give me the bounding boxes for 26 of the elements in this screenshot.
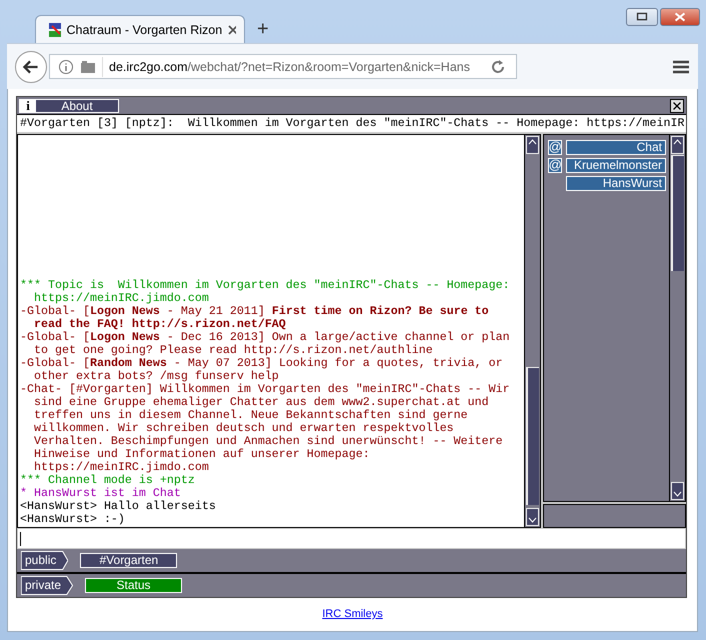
group-label: private — [21, 576, 74, 595]
window-tab[interactable]: Status — [85, 578, 182, 593]
chat-message: -Global- [Logon News - Dec 16 2013] Own a large/active channel or plan to get one going? Please read http://s.rizon.net/authline — [20, 331, 511, 357]
browser-tab[interactable]: Chatraum - Vorgarten Rizon — [35, 15, 245, 43]
chat-message: *** Channel mode is +nptz — [20, 474, 196, 487]
smileys-link[interactable]: IRC Smileys — [322, 608, 383, 620]
chat-message: <HansWurst> :-) — [20, 513, 126, 526]
chat-message: -Global- [Random News - May 07 2013] Looking for a quotes, trivia, or other extra bots? /msg funserv help — [20, 357, 504, 383]
operator-badge: @ — [548, 140, 562, 155]
group-label: public — [21, 551, 68, 570]
new-tab-button[interactable]: + — [257, 19, 269, 39]
nick-item[interactable]: Chat — [566, 140, 666, 155]
address-bar[interactable]: de.irc2go.com/webchat/?net=Rizon&room=Vorgarten&nick=Hans — [49, 54, 517, 79]
tab-title: Chatraum - Vorgarten Rizon — [66, 22, 222, 36]
chat-message: * HansWurst ist im Chat — [20, 487, 182, 500]
chat-message: <HansWurst> Hallo allerseits — [20, 500, 217, 513]
operator-badge: @ — [548, 158, 562, 173]
chat-message: -Global- [Logon News - May 21 2011] First time on Rizon? Be sure to read the FAQ! http://s.rizon.net/FAQ — [20, 305, 490, 331]
about-button[interactable]: About — [36, 100, 118, 112]
window-tab[interactable]: #Vorgarten — [80, 553, 178, 568]
channel-topic: #Vorgarten [3] [nptz]: Willkommen im Vorgarten des "meinIRC"-Chats -- Homepage: https://meinIR — [17, 114, 686, 134]
nick-item[interactable]: HansWurst — [566, 176, 666, 191]
chat-message: -Chat- [#Vorgarten] Willkommen im Vorgarten des "meinIRC"-Chats -- Wir sind eine Gruppe ehemaliger Chatter aus dem www2.superchat.at und treffen uns in diesem Channel. Neue Bekanntschaften sind gerne willkommen. Wir schreiben deutsch und erwarten respektvolles Verhalten. Beschimpfungen und Anmachen sind unerwünscht! -- Weitere Hinweise und Informationen auf unserer Homepage: https://meinIRC.jimdo.com — [20, 383, 511, 474]
nick-item[interactable]: Kruemelmonster — [566, 158, 666, 173]
chat-message: *** Topic is Willkommen im Vorgarten des "meinIRC"-Chats -- Homepage: https://meinIRC.jimdo.com — [20, 279, 511, 305]
info-label: i — [20, 100, 36, 112]
